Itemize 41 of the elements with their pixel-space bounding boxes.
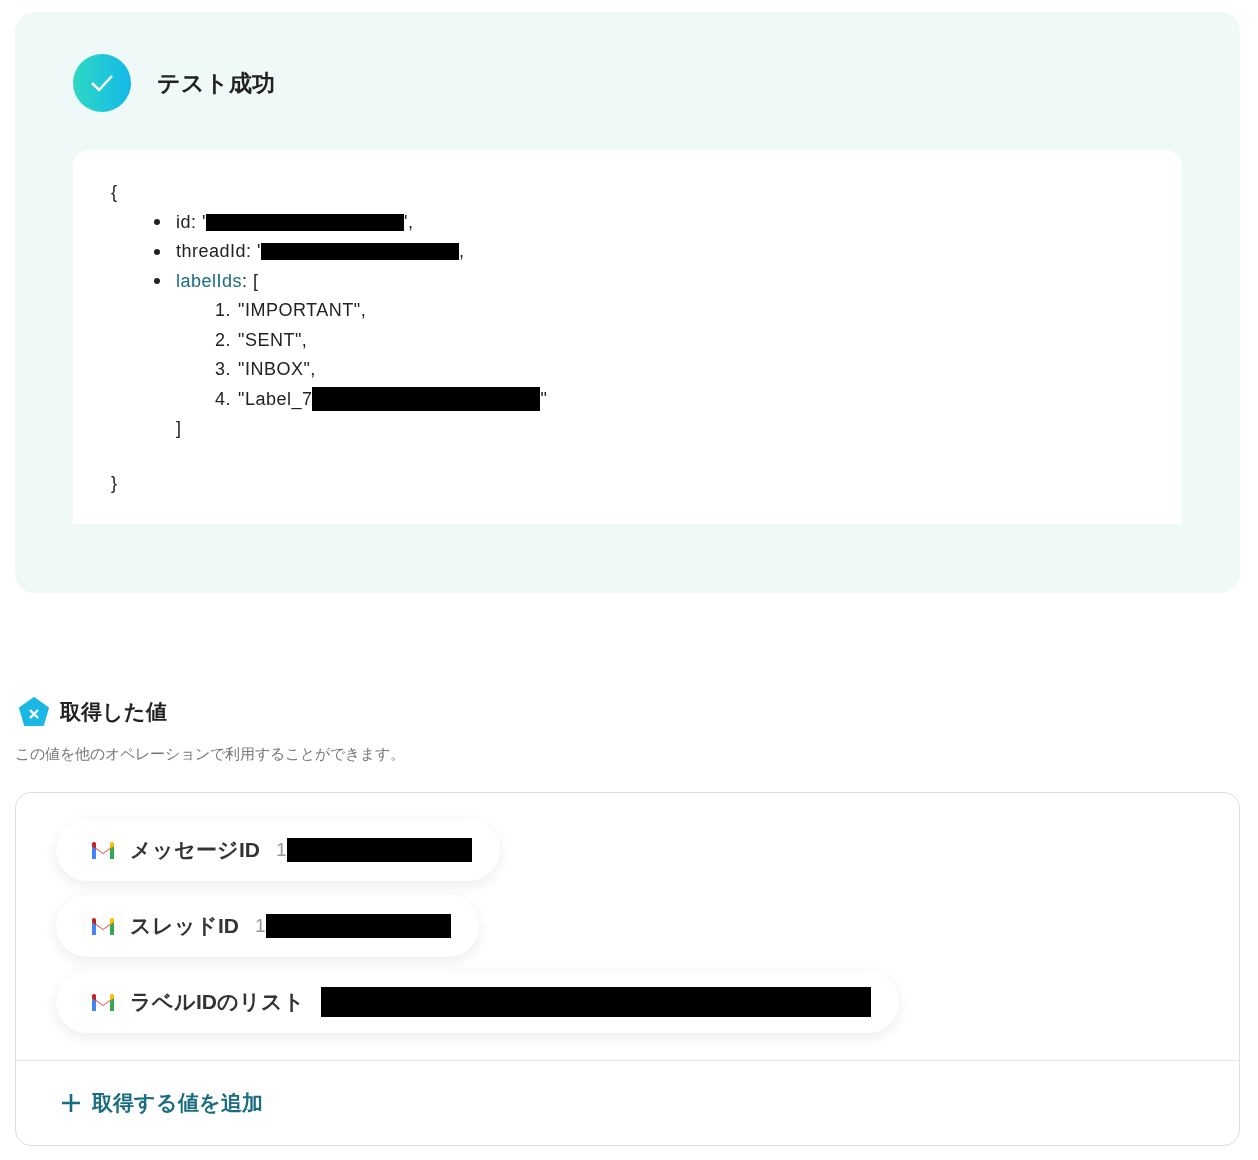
code-text: id (176, 210, 191, 234)
bullet-icon (154, 219, 160, 226)
value-text: 1 (276, 839, 287, 861)
bullet-icon (154, 278, 160, 285)
key-link[interactable]: labelIds (176, 266, 243, 296)
list-number: 3. (215, 358, 231, 381)
code-text: : ' (191, 210, 206, 234)
value-text: 1 (255, 915, 266, 937)
code-text: "SENT", (238, 328, 308, 352)
section-description: この値を他のオペレーションで利用することができます。 (15, 745, 406, 764)
code-text: threadId (176, 240, 247, 263)
section-title: 取得した値 (60, 699, 167, 725)
code-text: "Label_7 (238, 387, 313, 412)
plus-icon (60, 1092, 82, 1114)
value-name: ラベルIDのリスト (130, 989, 305, 1015)
value-name: メッセージID (130, 837, 260, 863)
mail-logo-icon (90, 916, 116, 936)
value-chip[interactable]: メッセージID 1 (56, 819, 500, 881)
add-value-button[interactable]: 取得する値を追加 (60, 1089, 263, 1117)
list-number: 1. (215, 299, 231, 322)
code-text: ', (403, 210, 414, 234)
code-text: , (459, 240, 465, 263)
bullet-icon (154, 248, 160, 255)
result-title: テスト成功 (157, 68, 275, 98)
code-text: "IMPORTANT", (238, 299, 367, 322)
variable-icon (18, 697, 50, 727)
value-name: スレッドID (130, 913, 239, 939)
list-number: 2. (215, 328, 231, 352)
code-text: } (111, 471, 118, 495)
mail-logo-icon (90, 992, 116, 1012)
list-number: 4. (215, 387, 231, 411)
code-text: " (540, 387, 548, 411)
mail-logo-icon (90, 840, 116, 860)
value-chip[interactable]: ラベルIDのリスト (56, 971, 899, 1033)
code-text: ] (176, 417, 182, 440)
code-text: : ' (246, 240, 261, 263)
code-text: "INBOX", (238, 358, 316, 381)
code-text: : [ (242, 269, 259, 293)
value-chip[interactable]: スレッドID 1 (56, 895, 479, 957)
code-text: { (111, 181, 118, 204)
check-icon (73, 54, 131, 112)
